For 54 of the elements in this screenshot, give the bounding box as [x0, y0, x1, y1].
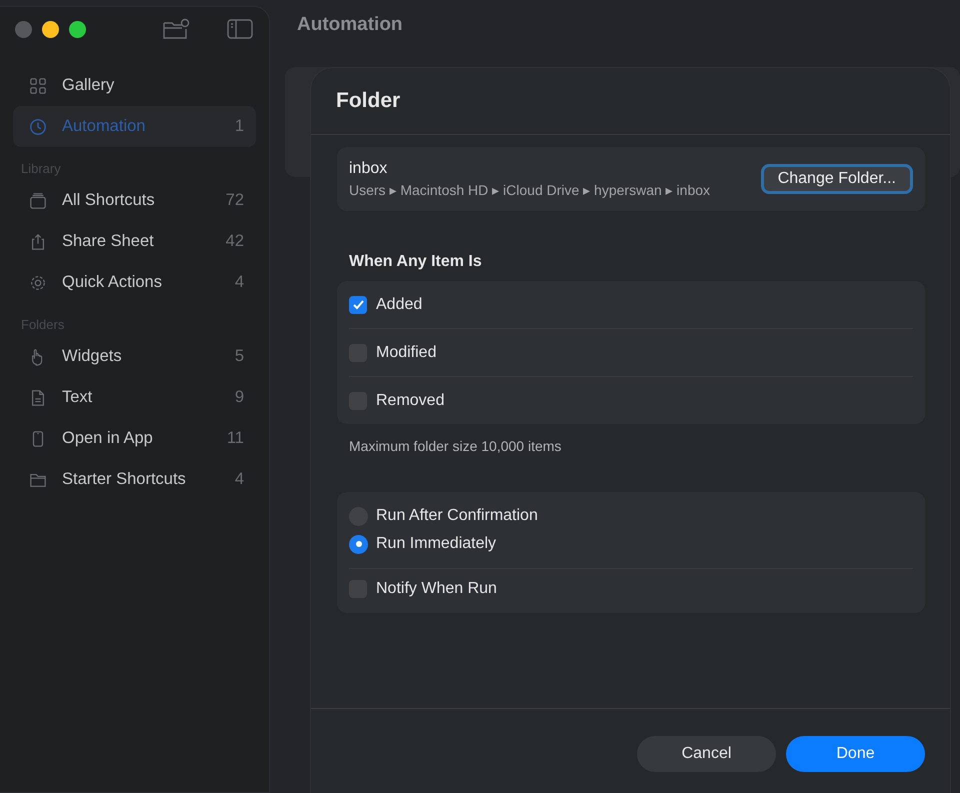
checkbox-label: Added [376, 296, 422, 314]
item-label: Starter Shortcuts [62, 470, 186, 489]
radio-button[interactable] [349, 534, 368, 554]
sidebar-item[interactable]: Share Sheet 42 [13, 221, 256, 262]
item-label: Open in App [62, 429, 153, 448]
checkbox[interactable] [349, 296, 367, 314]
item-label: Text [62, 388, 92, 407]
sidebar-item[interactable]: Text 9 [13, 377, 256, 418]
sidebar-item[interactable]: All Shortcuts 72 [13, 180, 256, 221]
sidebar-item[interactable]: Starter Shortcuts 4 [13, 459, 256, 500]
checkbox-label: Modified [376, 344, 436, 362]
close-window-button[interactable] [15, 20, 32, 38]
done-button[interactable]: Done [786, 736, 925, 772]
item-count: 42 [226, 232, 244, 251]
folder-name: inbox [349, 160, 388, 178]
stack-icon [29, 192, 47, 210]
item-count: 5 [234, 347, 244, 366]
item-count: 72 [226, 191, 244, 210]
item-label: Gallery [62, 76, 114, 95]
item-count: 11 [226, 429, 244, 448]
checkbox-label: Removed [376, 392, 444, 410]
item-label: Quick Actions [62, 273, 162, 292]
radio-label: Run Immediately [376, 535, 496, 553]
item-count: 9 [234, 388, 244, 407]
window-title: Automation [297, 14, 404, 36]
item-label: All Shortcuts [62, 191, 155, 210]
cancel-button[interactable]: Cancel [637, 736, 776, 772]
sidebar-item[interactable]: Widgets 5 [13, 336, 256, 377]
item-label: Share Sheet [62, 232, 154, 251]
dialog-title: Folder [335, 88, 402, 114]
sidebar-item[interactable]: Gallery [13, 65, 256, 106]
document-icon [29, 388, 47, 406]
item-label: Automation [62, 117, 146, 136]
size-note: Maximum folder size 10,000 items [349, 438, 562, 454]
clock-icon [29, 118, 47, 136]
gear-icon [29, 274, 47, 292]
new-folder-icon[interactable] [162, 18, 190, 40]
share-icon [29, 232, 47, 250]
minimize-window-button[interactable] [42, 20, 59, 38]
sidebar-item[interactable]: Quick Actions 4 [13, 262, 256, 303]
change-folder-button[interactable]: Change Folder... [760, 164, 913, 194]
sidebar-item[interactable]: Open in App 11 [13, 418, 256, 459]
section-heading: When Any Item Is [349, 253, 483, 271]
radio-label: Run After Confirmation [376, 507, 538, 525]
sidebar-toggle-icon[interactable] [226, 18, 254, 40]
item-count: 4 [234, 273, 244, 292]
checkmark-icon [352, 298, 364, 311]
zoom-window-button[interactable] [69, 20, 86, 38]
grid-icon [29, 76, 47, 94]
item-label: Widgets [62, 347, 122, 366]
item-count: 4 [234, 470, 244, 489]
folder-path: Users ▸ Macintosh HD ▸ iCloud Drive ▸ hyperswan ▸ inbox [349, 182, 710, 198]
checkbox-label: Notify When Run [376, 580, 497, 598]
item-count: 1 [234, 117, 244, 136]
